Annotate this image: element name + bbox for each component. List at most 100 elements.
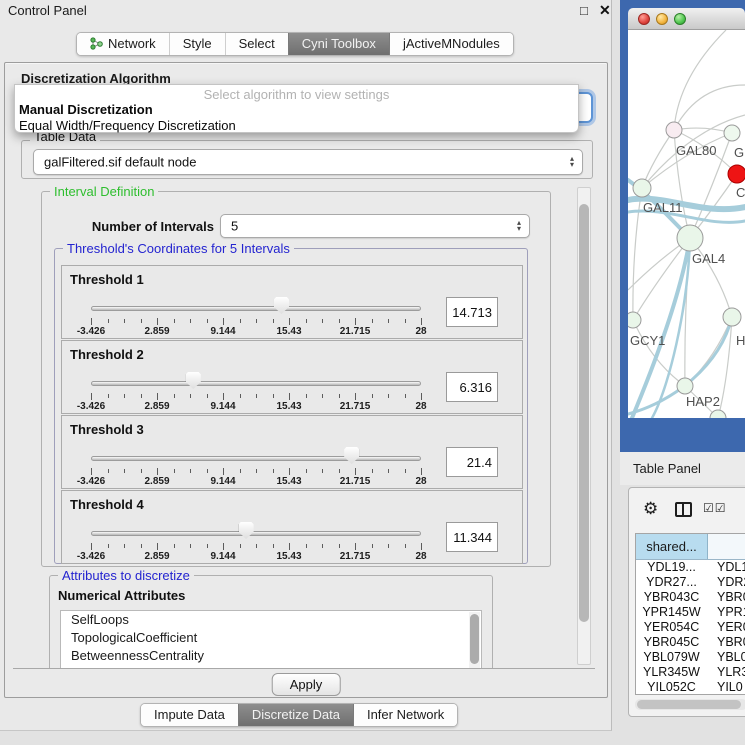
network-node[interactable] [728, 165, 745, 183]
slider-track[interactable] [91, 381, 421, 386]
network-node[interactable] [633, 179, 651, 197]
select-columns-icon[interactable]: ☑☑ [703, 501, 727, 515]
threshold-value-input[interactable] [446, 447, 498, 477]
table-row[interactable]: YDR27...YDR2 [636, 575, 745, 590]
table-row[interactable]: YDL19...YDL1 [636, 560, 745, 575]
network-edge[interactable] [674, 85, 745, 130]
table-horizontal-scrollbar-thumb[interactable] [637, 700, 741, 709]
number-of-intervals-combobox[interactable]: 5 ▴▾ [220, 214, 530, 238]
tick-label: 15.43 [276, 476, 301, 487]
zoom-traffic-light-icon[interactable] [674, 13, 686, 25]
tab-infer-network[interactable]: Infer Network [353, 704, 457, 726]
table-row[interactable]: YIL052CYIL0 [636, 680, 745, 695]
slider-tick [322, 469, 323, 473]
settings-scrollbar-thumb[interactable] [579, 204, 589, 622]
menu-item-equal-width-frequency[interactable]: Equal Width/Frequency Discretization [19, 118, 236, 133]
slider-track[interactable] [91, 531, 421, 536]
slider-tick [306, 544, 307, 548]
threshold-value-input[interactable] [446, 297, 498, 327]
column-header-shared-name[interactable]: shared... [636, 534, 708, 559]
network-edge[interactable] [633, 188, 642, 320]
minimize-traffic-light-icon[interactable] [656, 13, 668, 25]
combo-stepper-icon: ▴▾ [517, 220, 521, 232]
table-row[interactable]: YBL079WYBL0 [636, 650, 745, 665]
slider-tick [339, 319, 340, 323]
apply-button[interactable]: Apply [272, 673, 341, 696]
tab-discretize-data[interactable]: Discretize Data [238, 704, 353, 726]
tick-label: -3.426 [77, 326, 105, 337]
slider-tick [372, 469, 373, 473]
table-row[interactable]: YBR045CYBR0 [636, 635, 745, 650]
network-node[interactable] [677, 378, 693, 394]
slider-tick [355, 318, 356, 325]
slider-tick [289, 393, 290, 400]
attributes-scrollbar-thumb[interactable] [470, 614, 479, 664]
attributes-scrollbar[interactable] [469, 612, 480, 668]
panel-separator [13, 668, 595, 669]
settings-scrollbar[interactable] [577, 187, 591, 665]
table-panel: ⚙ ☑☑ shared... n YDL19...YDL1YDR27...YDR… [628, 487, 745, 717]
menu-item-manual-discretization[interactable]: Manual Discretization [19, 102, 153, 117]
table-row[interactable]: YLR345WYLR3 [636, 665, 745, 680]
table-row[interactable]: YBR043CYBR0 [636, 590, 745, 605]
slider-tick [157, 543, 158, 550]
float-window-icon[interactable]: □ [580, 3, 588, 18]
tab-jactivemnodules[interactable]: jActiveMNodules [389, 33, 513, 55]
attribute-item-topologicalcoefficient[interactable]: TopologicalCoefficient [61, 629, 481, 647]
columns-icon[interactable] [675, 502, 692, 517]
table-horizontal-scrollbar[interactable] [635, 699, 745, 710]
screen: Control Panel □ ✕ NetworkStyleSelectCyni… [0, 0, 745, 745]
attribute-item-betweennesscentrality[interactable]: BetweennessCentrality [61, 647, 481, 665]
close-icon[interactable]: ✕ [599, 2, 611, 19]
tick-label: 21.715 [340, 551, 371, 562]
tick-label: 28 [415, 326, 426, 337]
slider-tick [174, 469, 175, 473]
tab-network[interactable]: Network [77, 33, 169, 55]
tab-cyni-toolbox[interactable]: Cyni Toolbox [288, 33, 389, 55]
network-node[interactable] [677, 225, 703, 251]
threshold-value-input[interactable] [446, 372, 498, 402]
slider-thumb[interactable] [274, 297, 289, 314]
slider-tick [141, 319, 142, 323]
tab-label: Discretize Data [252, 707, 340, 722]
node-label-hap2: HAP2 [686, 394, 720, 409]
network-node[interactable] [628, 312, 641, 328]
network-node[interactable] [724, 125, 740, 141]
column-header-name[interactable]: n [708, 534, 745, 559]
table-row[interactable]: YPR145WYPR1 [636, 605, 745, 620]
network-graph: GAL80GCGAL11GAL4GCY1HHAP2 [628, 30, 745, 418]
network-canvas[interactable]: GAL80GCGAL11GAL4GCY1HHAP2 [628, 30, 745, 418]
number-of-intervals-label: Number of Intervals [72, 219, 214, 234]
network-edge[interactable] [685, 317, 732, 386]
slider-tick [256, 544, 257, 548]
table-row[interactable]: YER054CYER0 [636, 620, 745, 635]
threshold-value-input[interactable] [446, 522, 498, 552]
table-data-combobox[interactable]: galFiltered.sif default node ▴▾ [33, 149, 583, 175]
slider-thumb[interactable] [186, 372, 201, 389]
slider-thumb[interactable] [239, 522, 254, 539]
network-node[interactable] [723, 308, 741, 326]
table-rows: YDL19...YDL1YDR27...YDR2YBR043CYBR0YPR14… [636, 560, 745, 695]
tab-style[interactable]: Style [169, 33, 225, 55]
slider-track[interactable] [91, 306, 421, 311]
network-node[interactable] [710, 410, 726, 418]
table-header-row: shared... n [636, 534, 745, 560]
network-node[interactable] [666, 122, 682, 138]
network-edge[interactable] [674, 128, 732, 133]
gear-icon[interactable]: ⚙ [643, 499, 658, 519]
thresholds-group: Threshold's Coordinates for 5 Intervals … [54, 248, 528, 564]
cyni-toolbox-panel: Discretization Algorithm Select algorith… [4, 62, 608, 698]
slider-tick [240, 319, 241, 323]
network-edge[interactable] [674, 30, 726, 130]
close-traffic-light-icon[interactable] [638, 13, 650, 25]
slider-track[interactable] [91, 456, 421, 461]
tab-impute-data[interactable]: Impute Data [141, 704, 238, 726]
slider-tick [388, 394, 389, 398]
slider-thumb[interactable] [344, 447, 359, 464]
attribute-item-selfloops[interactable]: SelfLoops [61, 611, 481, 629]
numerical-attributes-list[interactable]: SelfLoopsTopologicalCoefficientBetweenne… [60, 610, 482, 668]
tab-select[interactable]: Select [225, 33, 288, 55]
tick-label: 9.144 [210, 551, 235, 562]
tick-label: 2.859 [144, 476, 169, 487]
number-of-intervals-value: 5 [231, 219, 238, 234]
